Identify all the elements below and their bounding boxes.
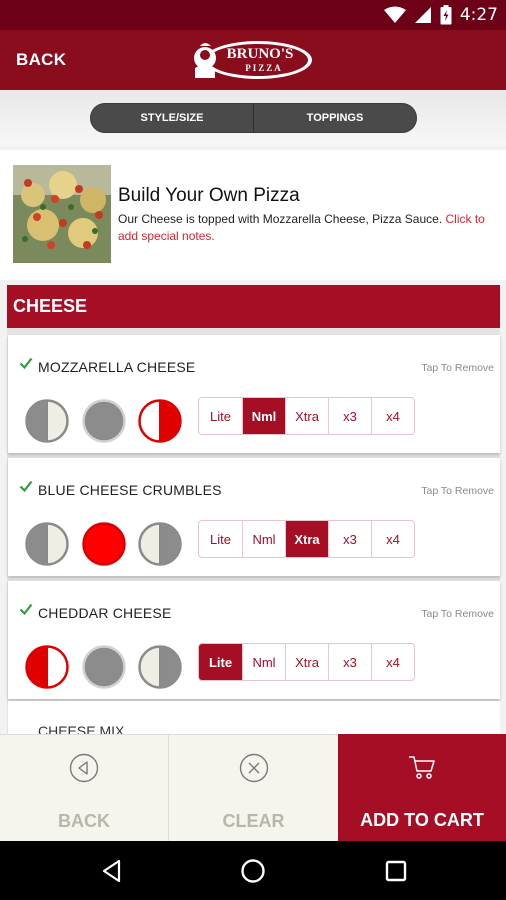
amount-lite[interactable]: Lite	[199, 644, 242, 680]
segmented-control: STYLE/SIZE TOPPINGS	[90, 103, 417, 133]
coverage-whole[interactable]	[82, 645, 126, 689]
amount-nml[interactable]: Nml	[242, 644, 285, 680]
brunos-pizza-logo: BRUNO'S PIZZA	[194, 41, 312, 79]
nav-back-icon[interactable]	[99, 858, 125, 884]
clear-x-icon	[239, 753, 268, 783]
topping-name: CHEDDAR CHEESE	[38, 605, 172, 621]
clear-button[interactable]: CLEAR	[169, 734, 338, 841]
section-header-cheese: CHEESE	[7, 285, 500, 328]
coverage-left-half[interactable]	[25, 399, 69, 443]
wifi-icon	[383, 6, 406, 23]
pizza-image	[13, 165, 111, 263]
app-header: BACK BRUNO'S PIZZA	[0, 30, 506, 90]
topping-name: BLUE CHEESE CRUMBLES	[38, 482, 222, 498]
tap-to-remove[interactable]: Tap To Remove	[421, 608, 494, 620]
coverage-whole[interactable]	[82, 522, 126, 566]
checkmark-icon	[19, 357, 33, 370]
status-bar: 4:27	[0, 0, 506, 30]
tab-toppings[interactable]: TOPPINGS	[253, 104, 416, 132]
amount-selector: Lite Nml Xtra x3 x4	[198, 397, 415, 435]
coverage-right-half[interactable]	[138, 399, 182, 443]
signal-icon	[414, 7, 431, 23]
amount-x4[interactable]: x4	[371, 398, 414, 434]
amount-x4[interactable]: x4	[371, 644, 414, 680]
logo-title: BRUNO'S	[227, 46, 294, 62]
topping-row: BLUE CHEESE CRUMBLES Tap To Remove Lite …	[8, 458, 500, 576]
product-title: Build Your Own Pizza	[118, 185, 300, 206]
coverage-right-half[interactable]	[138, 645, 182, 689]
topping-name: MOZZARELLA CHEESE	[38, 359, 196, 375]
clear-button-label: CLEAR	[222, 811, 285, 831]
add-to-cart-label: ADD TO CART	[360, 810, 484, 830]
coverage-whole[interactable]	[82, 399, 126, 443]
tap-to-remove[interactable]: Tap To Remove	[421, 485, 494, 497]
nav-recents-icon[interactable]	[383, 858, 409, 884]
product-description-text: Our Cheese is topped with Mozzarella Che…	[118, 212, 443, 226]
system-navigation-bar	[0, 841, 506, 900]
checkmark-icon	[19, 480, 33, 493]
header-back-button[interactable]: BACK	[16, 50, 66, 70]
amount-x3[interactable]: x3	[328, 644, 371, 680]
clock: 4:27	[459, 5, 498, 25]
product-description: Our Cheese is topped with Mozzarella Che…	[118, 211, 493, 245]
amount-xtra[interactable]: Xtra	[285, 644, 328, 680]
amount-nml[interactable]: Nml	[242, 521, 285, 557]
checkmark-icon	[19, 603, 33, 616]
tap-to-remove[interactable]: Tap To Remove	[421, 362, 494, 374]
nav-home-icon[interactable]	[240, 858, 266, 884]
amount-xtra[interactable]: Xtra	[285, 398, 328, 434]
back-button-label: BACK	[58, 811, 110, 831]
add-to-cart-button[interactable]: ADD TO CART	[338, 734, 506, 841]
battery-icon	[440, 5, 452, 25]
amount-nml[interactable]: Nml	[242, 398, 285, 434]
amount-selector: Lite Nml Xtra x3 x4	[198, 643, 415, 681]
amount-selector: Lite Nml Xtra x3 x4	[198, 520, 415, 558]
back-button[interactable]: BACK	[0, 734, 169, 841]
product-summary: Build Your Own Pizza Our Cheese is toppe…	[0, 150, 506, 280]
amount-lite[interactable]: Lite	[199, 398, 242, 434]
tab-bar: STYLE/SIZE TOPPINGS	[0, 90, 506, 146]
coverage-left-half[interactable]	[25, 645, 69, 689]
topping-row: CHEDDAR CHEESE Tap To Remove Lite Nml Xt…	[8, 581, 500, 699]
amount-xtra[interactable]: Xtra	[285, 521, 328, 557]
bottom-action-bar: BACK CLEAR ADD TO CART	[0, 734, 506, 841]
coverage-left-half[interactable]	[25, 522, 69, 566]
amount-x3[interactable]: x3	[328, 398, 371, 434]
amount-lite[interactable]: Lite	[199, 521, 242, 557]
logo-subtitle: PIZZA	[245, 63, 283, 73]
coverage-right-half[interactable]	[138, 522, 182, 566]
cart-icon	[409, 756, 435, 779]
tab-style-size[interactable]: STYLE/SIZE	[91, 104, 253, 132]
amount-x4[interactable]: x4	[371, 521, 414, 557]
amount-x3[interactable]: x3	[328, 521, 371, 557]
back-arrow-icon	[69, 753, 99, 783]
topping-row: MOZZARELLA CHEESE Tap To Remove Lite Nml…	[8, 335, 500, 453]
